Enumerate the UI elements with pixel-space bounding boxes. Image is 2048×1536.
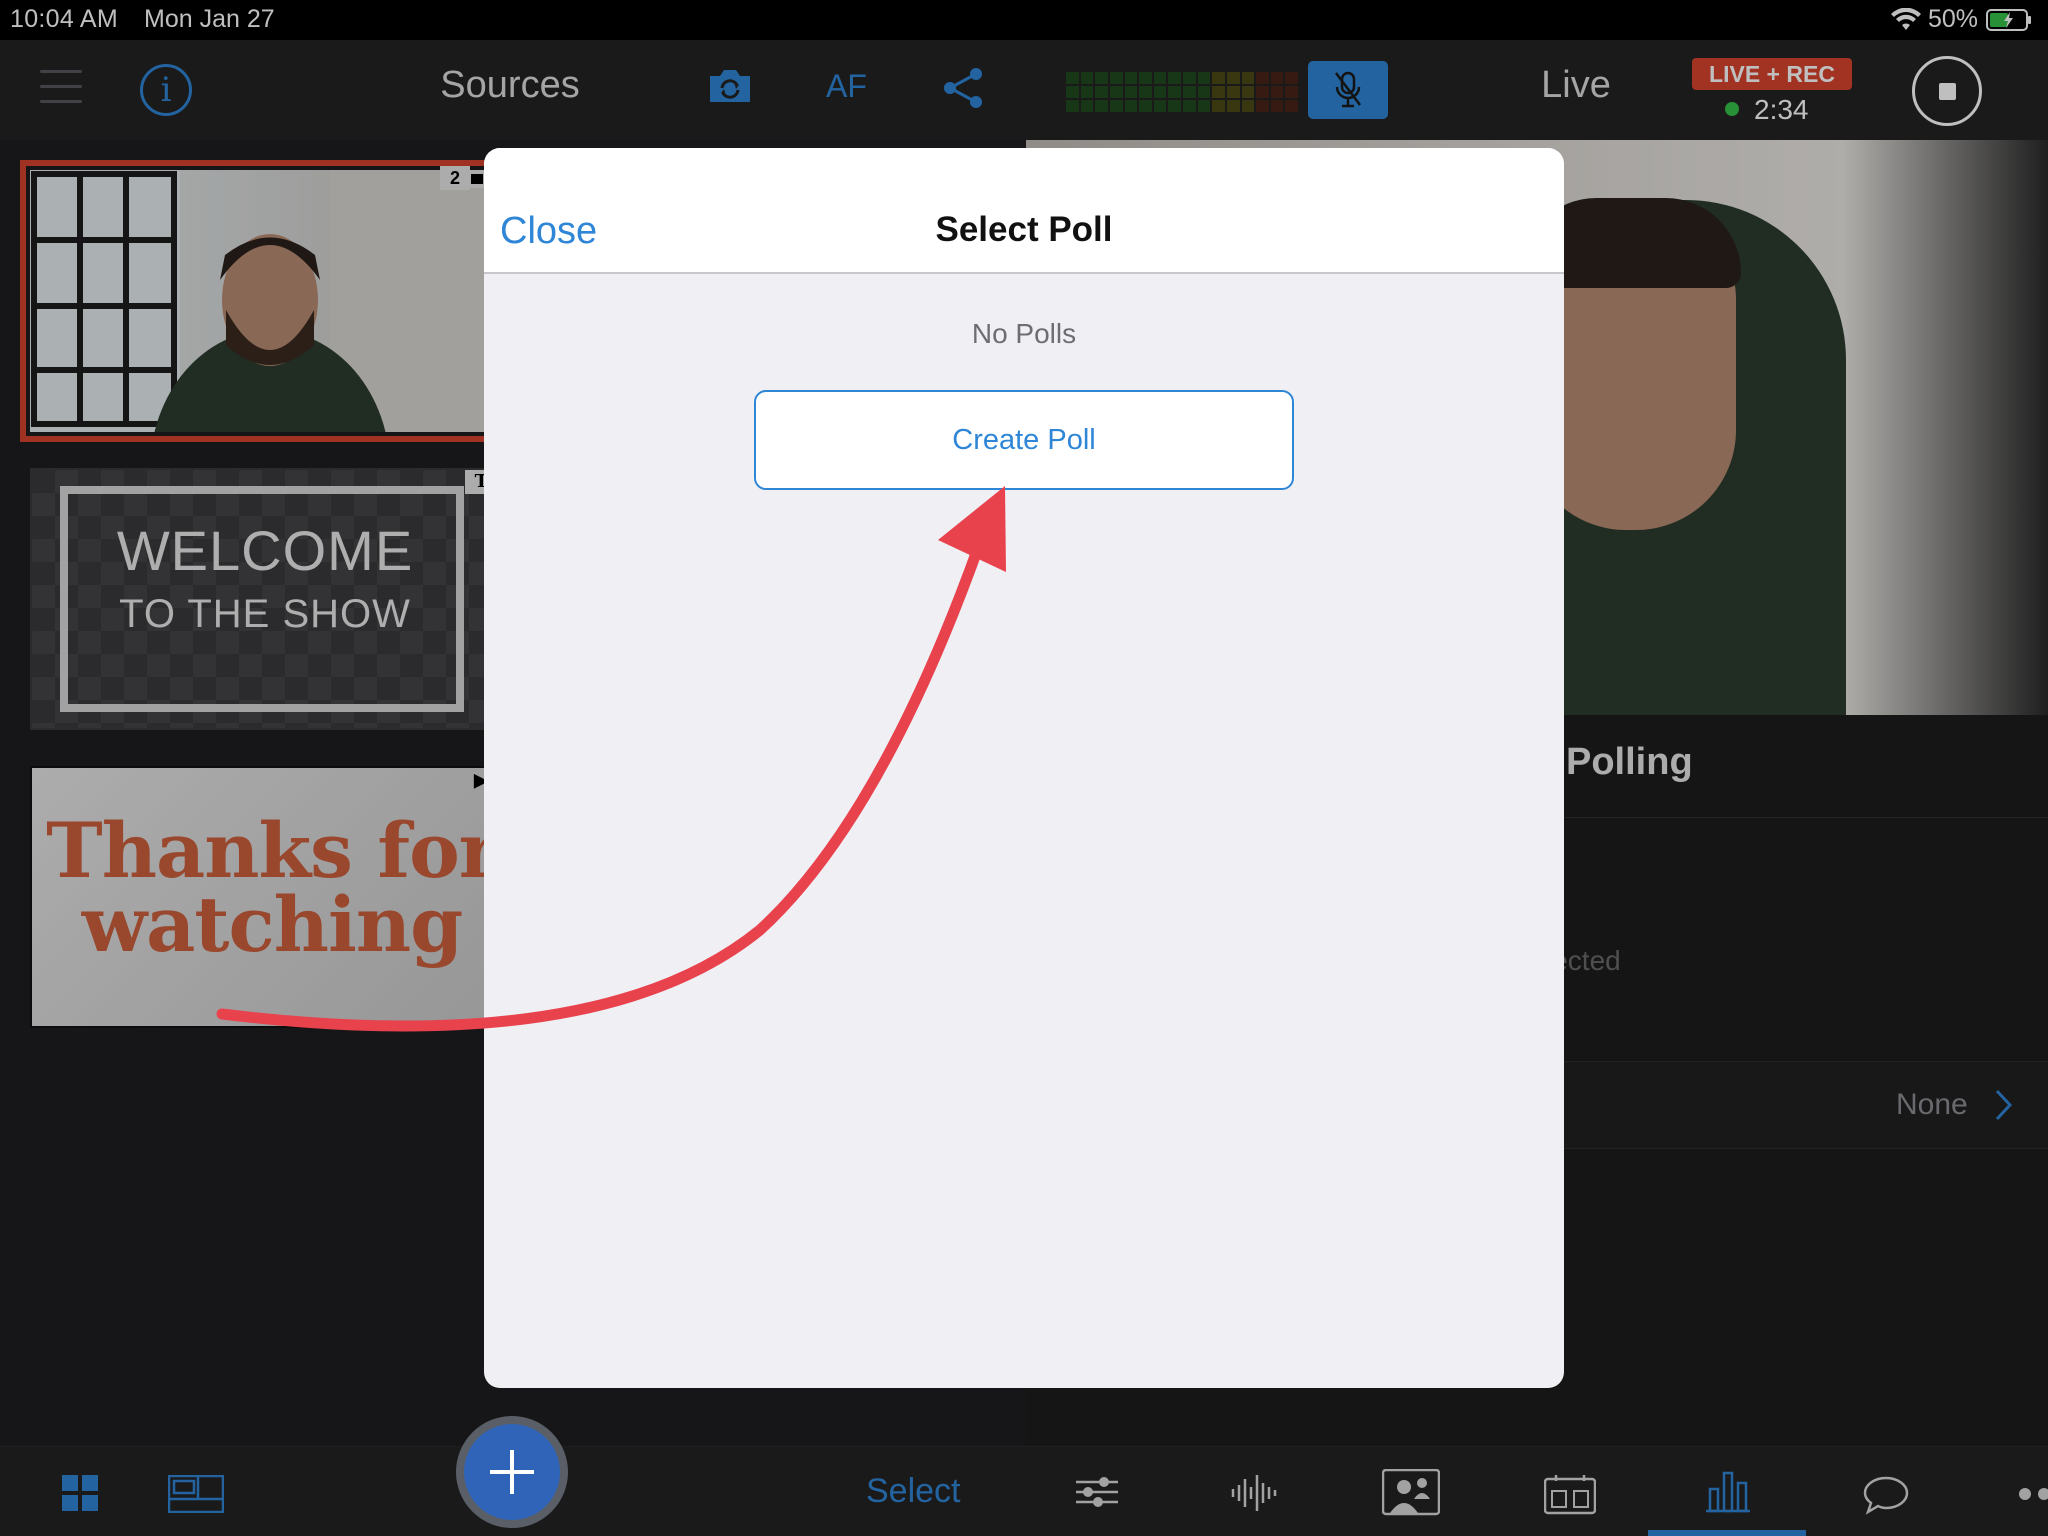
create-poll-button[interactable]: Create Poll	[754, 390, 1294, 490]
add-source-button[interactable]	[456, 1416, 568, 1528]
modal-header: Select Poll Close	[484, 148, 1564, 274]
plus-icon	[490, 1450, 534, 1494]
empty-state-text: No Polls	[971, 318, 1077, 349]
close-button[interactable]: Close	[500, 210, 597, 253]
select-poll-modal: Select Poll Close No Polls Create Poll	[484, 148, 1564, 1388]
modal-title: Select Poll	[935, 210, 1113, 249]
